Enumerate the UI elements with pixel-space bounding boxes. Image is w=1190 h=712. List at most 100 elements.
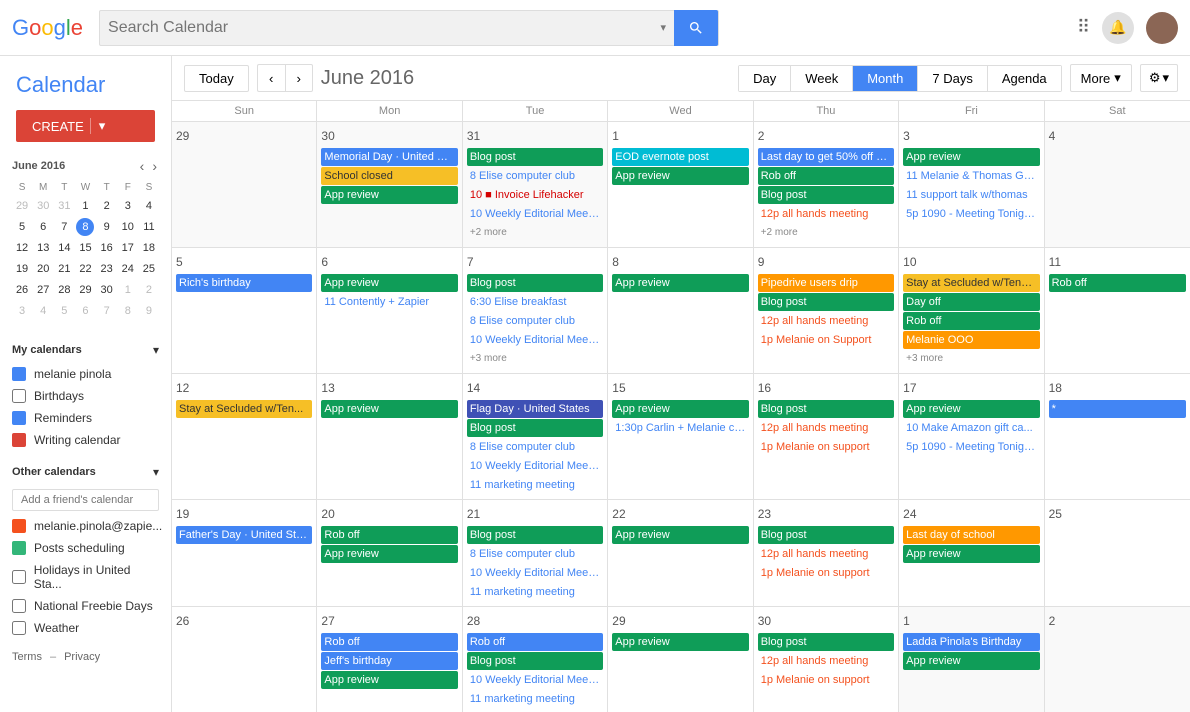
mini-cal-day[interactable]: 22 xyxy=(76,260,94,278)
mini-cal-day[interactable]: 14 xyxy=(55,239,73,257)
mini-cal-day[interactable]: 1 xyxy=(119,281,137,299)
calendar-cell[interactable]: 22App review xyxy=(608,500,753,606)
other-calendar-checkbox[interactable] xyxy=(12,621,26,635)
calendar-event[interactable]: App review xyxy=(321,186,457,204)
calendar-cell[interactable]: 26 xyxy=(172,607,317,712)
calendar-event[interactable]: 12p all hands meeting xyxy=(758,205,894,223)
mini-cal-day[interactable]: 1 xyxy=(76,197,94,215)
calendar-event[interactable]: +3 more xyxy=(467,350,603,368)
calendar-event[interactable]: 5p 1090 - Meeting Tonigh... xyxy=(903,205,1039,223)
mini-cal-day[interactable]: 7 xyxy=(98,302,116,320)
calendar-event[interactable]: Stay at Secluded w/Tennis/Koi Pond/Hot T… xyxy=(903,274,1039,292)
calendar-cell[interactable]: 31Blog post8 Elise computer club10 ■ Inv… xyxy=(463,122,608,247)
calendar-event[interactable]: 10 Weekly Editorial Meeti... xyxy=(467,564,603,582)
next-button[interactable]: › xyxy=(285,64,313,92)
calendar-event[interactable]: Blog post xyxy=(467,148,603,166)
calendar-event[interactable]: App review xyxy=(612,633,748,651)
calendar-event[interactable]: Memorial Day · United Sta... xyxy=(321,148,457,166)
notification-icon[interactable]: 🔔 xyxy=(1102,12,1134,44)
calendar-event[interactable]: App review xyxy=(612,526,748,544)
calendar-event[interactable]: +2 more xyxy=(467,224,603,242)
mini-cal-day[interactable]: 6 xyxy=(34,218,52,236)
calendar-event[interactable]: App review xyxy=(903,400,1039,418)
calendar-cell[interactable]: 24Last day of schoolApp review xyxy=(899,500,1044,606)
calendar-event[interactable]: Father's Day · United Stat... xyxy=(176,526,312,544)
calendar-event[interactable]: School closed xyxy=(321,167,457,185)
add-friend-input[interactable] xyxy=(12,489,159,511)
mini-cal-day[interactable]: 4 xyxy=(140,197,158,215)
calendar-cell[interactable]: 9Pipedrive users dripBlog post12p all ha… xyxy=(754,248,899,373)
calendar-event[interactable]: Rob off xyxy=(321,633,457,651)
search-dropdown-icon[interactable]: ▾ xyxy=(652,21,674,34)
calendar-cell[interactable]: 18* xyxy=(1045,374,1190,499)
sidebar-item[interactable]: Writing calendar xyxy=(0,429,171,451)
mini-cal-day[interactable]: 4 xyxy=(34,302,52,320)
calendar-event[interactable]: Rob off xyxy=(321,526,457,544)
calendar-event[interactable]: 8 Elise computer club xyxy=(467,167,603,185)
mini-cal-day[interactable]: 20 xyxy=(34,260,52,278)
search-button[interactable] xyxy=(674,10,718,46)
mini-cal-day[interactable]: 19 xyxy=(13,260,31,278)
calendar-checkbox[interactable] xyxy=(12,389,26,403)
calendar-event[interactable]: App review xyxy=(612,400,748,418)
search-input[interactable] xyxy=(100,19,652,37)
calendar-event[interactable]: 8 Elise computer club xyxy=(467,438,603,456)
calendar-cell[interactable]: 1Ladda Pinola's BirthdayApp review xyxy=(899,607,1044,712)
calendar-event[interactable]: Rich's birthday xyxy=(176,274,312,292)
search-bar[interactable]: ▾ xyxy=(99,10,719,46)
calendar-event[interactable]: 11 marketing meeting xyxy=(467,583,603,601)
mini-cal-day[interactable]: 12 xyxy=(13,239,31,257)
calendar-cell[interactable]: 30Memorial Day · United Sta...School clo… xyxy=(317,122,462,247)
calendar-event[interactable]: Blog post xyxy=(758,293,894,311)
calendar-event[interactable]: 8 Elise computer club xyxy=(467,312,603,330)
create-button[interactable]: CREATE ▾ xyxy=(16,110,155,142)
calendar-cell[interactable]: 15App review1:30p Carlin + Melanie ch... xyxy=(608,374,753,499)
prev-button[interactable]: ‹ xyxy=(257,64,285,92)
calendar-event[interactable]: Blog post xyxy=(467,526,603,544)
more-button[interactable]: More ▾ xyxy=(1070,64,1132,92)
mini-cal-day[interactable]: 2 xyxy=(140,281,158,299)
mini-cal-day[interactable]: 17 xyxy=(119,239,137,257)
calendar-cell[interactable]: 17App review10 Make Amazon gift ca...5p … xyxy=(899,374,1044,499)
mini-cal-day[interactable]: 29 xyxy=(13,197,31,215)
mini-cal-day[interactable]: 5 xyxy=(13,218,31,236)
calendar-event[interactable]: 6:30 Elise breakfast xyxy=(467,293,603,311)
calendar-cell[interactable]: 14Flag Day · United StatesBlog post8 Eli… xyxy=(463,374,608,499)
calendar-event[interactable]: Last day of school xyxy=(903,526,1039,544)
mini-cal-day[interactable]: 23 xyxy=(98,260,116,278)
mini-cal-day[interactable]: 2 xyxy=(98,197,116,215)
calendar-event[interactable]: Rob off xyxy=(903,312,1039,330)
calendar-event[interactable]: Rob off xyxy=(467,633,603,651)
calendar-event[interactable]: Flag Day · United States xyxy=(467,400,603,418)
calendar-event[interactable]: * xyxy=(1049,400,1186,418)
calendar-cell[interactable]: 29App review xyxy=(608,607,753,712)
calendar-event[interactable]: Blog post xyxy=(758,400,894,418)
calendar-event[interactable]: Stay at Secluded w/Ten... xyxy=(176,400,312,418)
calendar-event[interactable]: Last day to get 50% off n... xyxy=(758,148,894,166)
calendar-event[interactable]: App review xyxy=(321,671,457,689)
calendar-cell[interactable]: 13App review xyxy=(317,374,462,499)
other-calendar-checkbox[interactable] xyxy=(12,570,26,584)
other-calendar-checkbox[interactable] xyxy=(12,599,26,613)
mini-cal-day[interactable]: 30 xyxy=(34,197,52,215)
calendar-cell[interactable]: 27Rob offJeff's birthdayApp review xyxy=(317,607,462,712)
calendar-cell[interactable]: 2Last day to get 50% off n...Rob offBlog… xyxy=(754,122,899,247)
mini-cal-day[interactable]: 6 xyxy=(76,302,94,320)
view-btn-7-days[interactable]: 7 Days xyxy=(918,66,987,91)
calendar-event[interactable]: +2 more xyxy=(758,224,894,242)
calendar-event[interactable]: 11 support talk w/thomas xyxy=(903,186,1039,204)
calendar-event[interactable]: 12p all hands meeting xyxy=(758,312,894,330)
calendar-cell[interactable]: 23Blog post12p all hands meeting1p Melan… xyxy=(754,500,899,606)
calendar-event[interactable]: 1p Melanie on support xyxy=(758,671,894,689)
mini-cal-next[interactable]: › xyxy=(150,158,159,174)
today-button[interactable]: Today xyxy=(184,65,249,92)
calendar-cell[interactable]: 20Rob offApp review xyxy=(317,500,462,606)
view-btn-week[interactable]: Week xyxy=(791,66,853,91)
mini-cal-day[interactable]: 8 xyxy=(76,218,94,236)
calendar-event[interactable]: Melanie OOO xyxy=(903,331,1039,349)
mini-cal-day[interactable]: 8 xyxy=(119,302,137,320)
sidebar-item[interactable]: Birthdays xyxy=(0,385,171,407)
calendar-event[interactable]: Blog post xyxy=(467,274,603,292)
mini-cal-day[interactable]: 31 xyxy=(55,197,73,215)
calendar-event[interactable]: 11 marketing meeting xyxy=(467,690,603,708)
